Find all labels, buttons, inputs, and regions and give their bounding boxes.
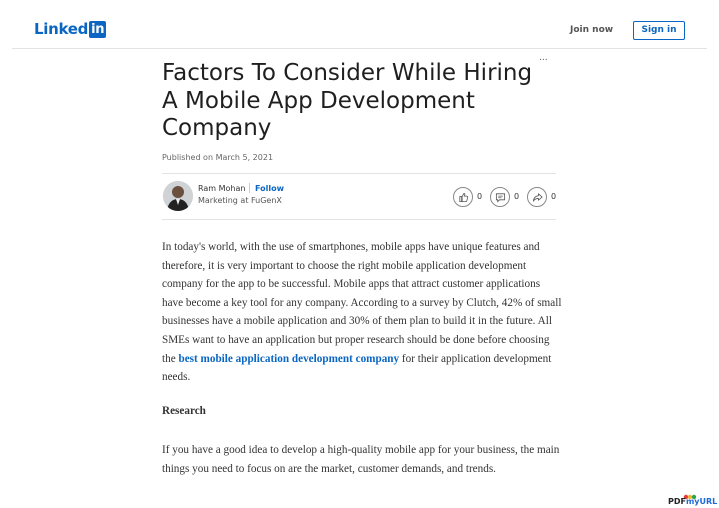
pdfmyurl-watermark: PDFmyURL xyxy=(668,497,717,506)
article-paragraph-2: If you have a good idea to develop a hig… xyxy=(162,444,560,475)
comment-icon xyxy=(495,192,505,203)
logo-text: Linked xyxy=(34,20,89,38)
watermark-text-a: PDF xyxy=(668,497,686,506)
author-headline: Marketing at FuGenX xyxy=(198,196,282,205)
like-button[interactable] xyxy=(453,187,473,207)
sign-in-button[interactable]: Sign in xyxy=(633,21,685,40)
comment-button[interactable] xyxy=(490,187,510,207)
article-title: Factors To Consider While Hiring A Mobil… xyxy=(162,60,533,141)
join-now-link[interactable]: Join now xyxy=(570,25,613,35)
thumbs-up-icon xyxy=(458,192,468,202)
paragraph-text: In today's world, with the use of smartp… xyxy=(162,241,562,365)
author-avatar[interactable] xyxy=(163,181,193,211)
author-name[interactable]: Ram Mohan xyxy=(198,184,245,193)
follow-button[interactable]: Follow xyxy=(255,184,284,193)
watermark-text-b: myURL xyxy=(685,497,718,506)
article-link[interactable]: best mobile application development comp… xyxy=(178,353,399,365)
like-count: 0 xyxy=(477,192,483,201)
published-date: Published on March 5, 2021 xyxy=(162,153,274,162)
top-nav-bar: Linked in Join now Sign in xyxy=(12,0,707,49)
linkedin-logo[interactable]: Linked in xyxy=(34,20,107,38)
section-heading: Research xyxy=(162,405,206,417)
share-count: 0 xyxy=(551,192,557,201)
divider-bottom xyxy=(162,219,556,220)
share-button[interactable] xyxy=(527,187,547,207)
divider-top xyxy=(162,173,556,174)
comment-count: 0 xyxy=(514,192,520,201)
share-arrow-icon xyxy=(532,192,542,202)
name-separator xyxy=(249,183,250,193)
logo-in-box: in xyxy=(89,20,107,38)
avatar-photo-icon xyxy=(163,181,193,211)
article-paragraph: In today's world, with the use of smartp… xyxy=(162,238,562,387)
